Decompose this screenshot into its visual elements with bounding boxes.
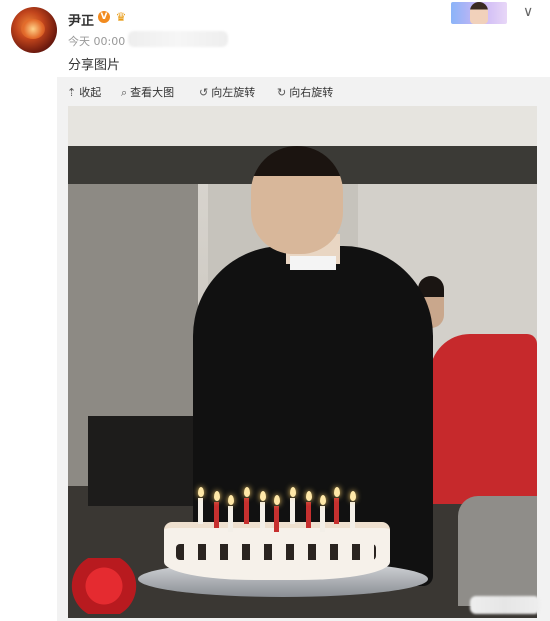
crown-icon[interactable]: ♛ — [113, 10, 129, 24]
candle-flame — [289, 487, 296, 497]
view-large-label: 查看大图 — [130, 86, 175, 99]
magnifier-icon: ⌕ — [121, 86, 128, 99]
rotate-left-icon: ↺ — [199, 86, 209, 99]
candle — [228, 506, 233, 532]
rotate-right-label: 向右旋转 — [289, 86, 334, 99]
candle-flame — [333, 487, 340, 497]
candle — [290, 498, 295, 524]
avatar[interactable] — [11, 7, 57, 53]
rotate-left-button[interactable]: ↺ 向左旋转 — [199, 84, 255, 100]
candle-flame — [227, 495, 234, 505]
candle-flame — [243, 487, 250, 497]
image-toolbar: ⇡ 收起 ⌕ 查看大图 ↺ 向左旋转 ↻ 向右旋转 — [57, 77, 550, 106]
candle — [244, 498, 249, 524]
candle-flame — [197, 487, 204, 497]
media-panel: ⇡ 收起 ⌕ 查看大图 ↺ 向左旋转 ↻ 向右旋转 — [57, 77, 550, 621]
redacted-source — [128, 31, 228, 47]
rotate-right-icon: ↻ — [277, 86, 287, 99]
post-text: 分享图片 — [68, 58, 121, 73]
candle — [320, 506, 325, 532]
candle-flame — [259, 491, 266, 501]
rotate-right-button[interactable]: ↻ 向右旋转 — [277, 84, 333, 100]
username[interactable]: 尹正 — [68, 10, 94, 29]
candle — [198, 498, 203, 524]
person-in-red — [430, 334, 537, 504]
candle-flame — [213, 491, 220, 501]
red-ribbon-bow — [68, 558, 140, 614]
post-timestamp[interactable]: 今天 00:00 — [68, 33, 125, 49]
collapse-label: 收起 — [79, 86, 102, 99]
candle — [260, 502, 265, 528]
face-icon — [470, 2, 488, 24]
candle — [334, 498, 339, 524]
candle — [274, 506, 279, 532]
cake-decoration — [176, 544, 376, 560]
collapse-button[interactable]: ⇡ 收起 — [67, 84, 101, 100]
redacted-watermark — [470, 596, 540, 614]
user-thumbnail[interactable] — [451, 2, 507, 24]
verified-icon[interactable]: V — [98, 11, 110, 23]
post-header: 尹正 V ♛ 今天 00:00 分享图片 ∨ — [0, 0, 550, 80]
rotate-left-label: 向左旋转 — [211, 86, 256, 99]
chevron-down-icon[interactable]: ∨ — [523, 4, 533, 20]
arrow-up-icon: ⇡ — [67, 86, 77, 99]
candle — [306, 502, 311, 528]
candle — [350, 502, 355, 528]
view-large-button[interactable]: ⌕ 查看大图 — [121, 84, 174, 100]
man-head — [251, 146, 343, 254]
candle — [214, 502, 219, 528]
white-collar — [290, 256, 336, 270]
candle-flame — [305, 491, 312, 501]
candle-flame — [319, 495, 326, 505]
music-stand — [88, 416, 198, 506]
post-photo[interactable] — [68, 106, 537, 618]
candle-flame — [349, 491, 356, 501]
candle-flame — [273, 495, 280, 505]
drum-set — [458, 496, 537, 606]
